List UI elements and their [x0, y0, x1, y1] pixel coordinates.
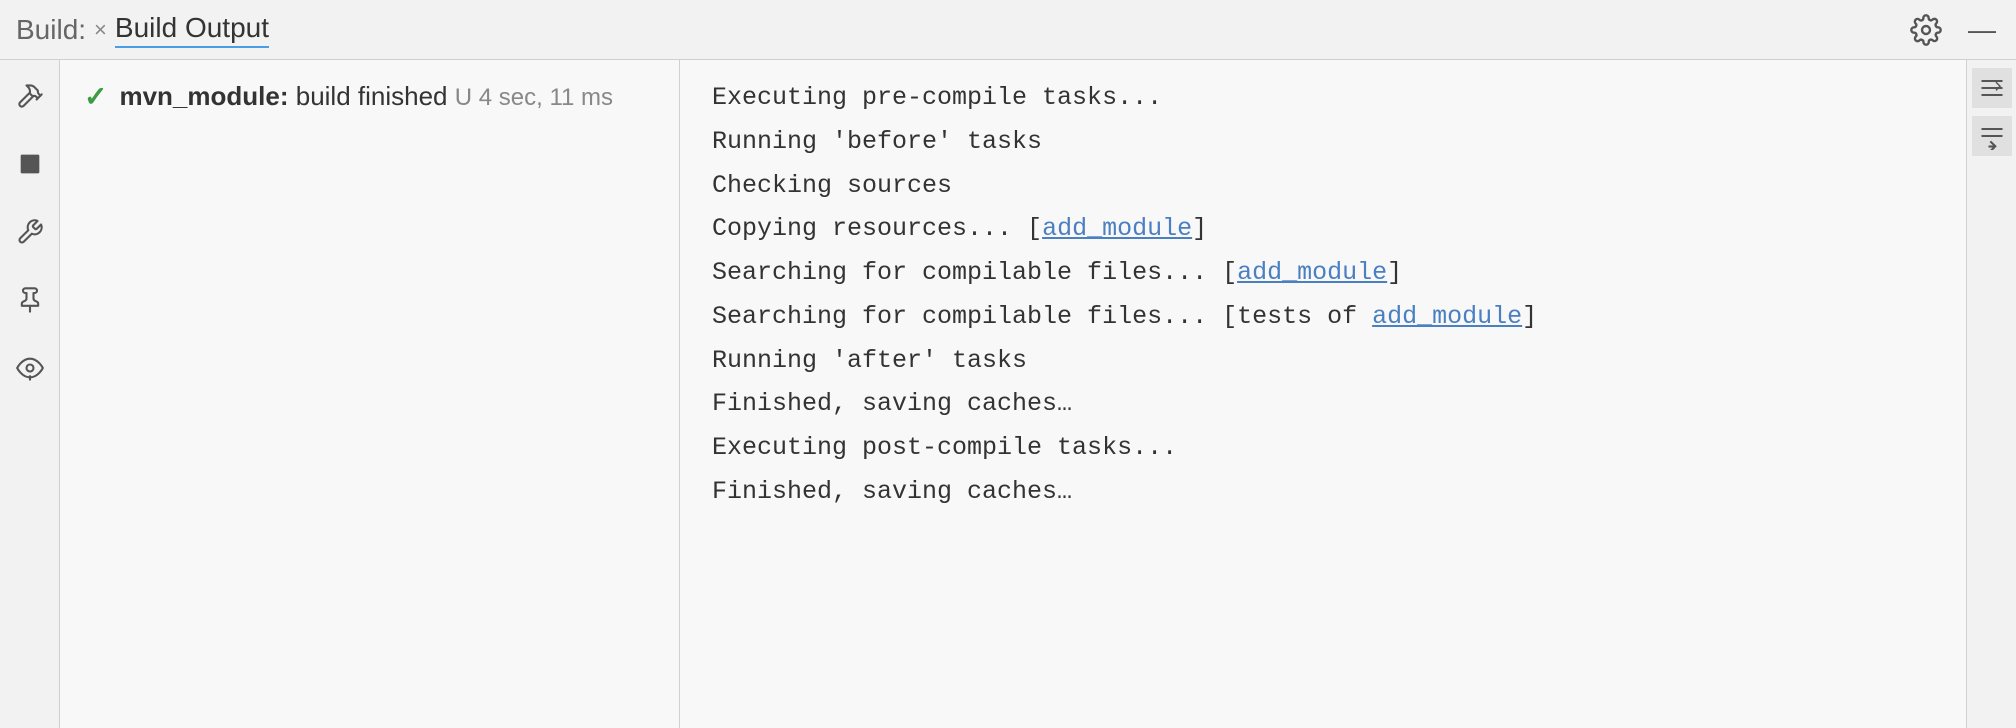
output-line: Finished, saving caches… [712, 382, 1934, 426]
build-result: ✓ mvn_module: build finished U 4 sec, 11… [84, 80, 655, 113]
stop-icon[interactable] [10, 144, 50, 184]
title-bar: Build: × Build Output — [0, 0, 2016, 60]
output-line: Running 'before' tasks [712, 120, 1934, 164]
output-line: Copying resources... [add_module] [712, 207, 1934, 251]
build-label: Build: [16, 14, 86, 46]
success-check-icon: ✓ [84, 80, 107, 113]
output-link[interactable]: add_module [1237, 258, 1387, 287]
output-panel: Executing pre-compile tasks...Running 'b… [680, 60, 1966, 728]
module-name: mvn_module: [119, 81, 288, 111]
right-panel [1966, 60, 2016, 728]
scroll-to-end-button[interactable] [1972, 68, 2012, 108]
output-line: Running 'after' tasks [712, 339, 1934, 383]
output-line: Searching for compilable files... [tests… [712, 295, 1934, 339]
settings-button[interactable] [1908, 12, 1944, 48]
main-content: ✓ mvn_module: build finished U 4 sec, 11… [0, 60, 2016, 728]
output-line: Finished, saving caches… [712, 470, 1934, 514]
scroll-down-button[interactable] [1972, 116, 2012, 156]
tab-close-button[interactable]: × [94, 17, 107, 43]
minimize-button[interactable]: — [1964, 12, 2000, 48]
pin-icon[interactable] [10, 280, 50, 320]
output-line: Executing pre-compile tasks... [712, 76, 1934, 120]
build-status: build finished [296, 81, 448, 111]
left-sidebar [0, 60, 60, 728]
build-time: U 4 sec, 11 ms [455, 84, 613, 111]
output-line: Executing post-compile tasks... [712, 426, 1934, 470]
eye-icon[interactable] [10, 348, 50, 388]
title-bar-actions: — [1908, 12, 2000, 48]
hammer-icon[interactable] [10, 76, 50, 116]
output-line: Checking sources [712, 164, 1934, 208]
output-link[interactable]: add_module [1042, 214, 1192, 243]
build-panel: ✓ mvn_module: build finished U 4 sec, 11… [60, 60, 680, 728]
build-result-text: mvn_module: build finished U 4 sec, 11 m… [119, 81, 613, 112]
output-line: Searching for compilable files... [add_m… [712, 251, 1934, 295]
wrench-icon[interactable] [10, 212, 50, 252]
output-link[interactable]: add_module [1372, 302, 1522, 331]
tab-title: Build Output [115, 12, 269, 48]
